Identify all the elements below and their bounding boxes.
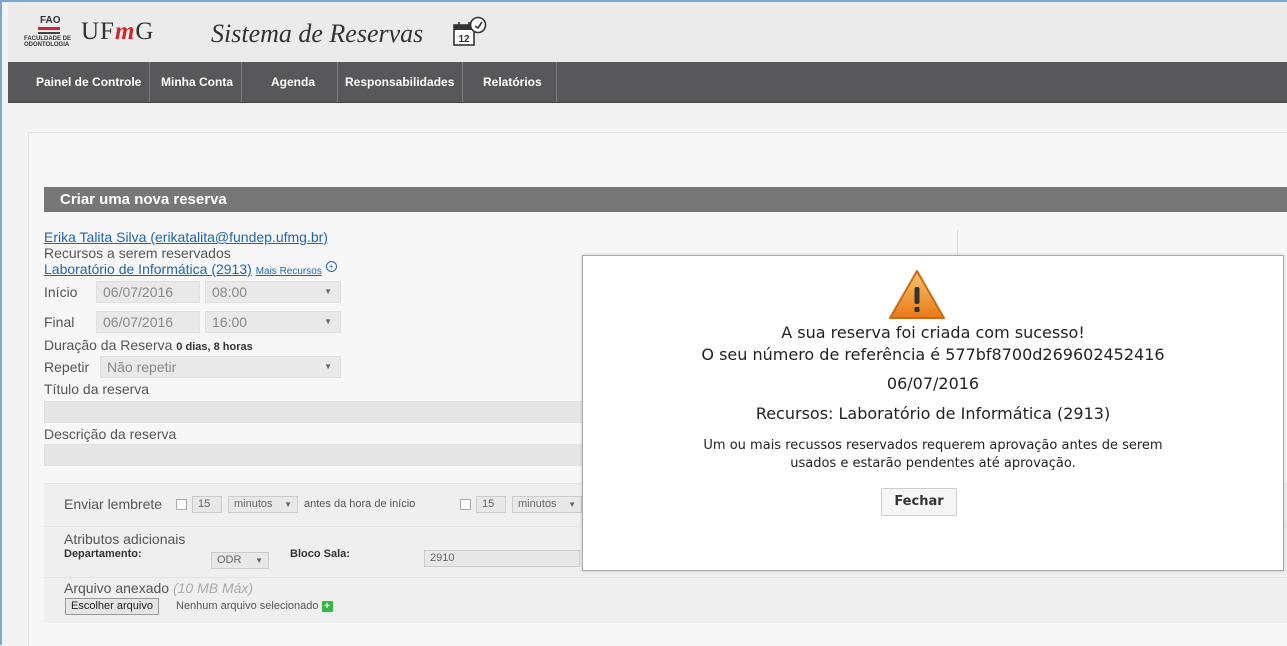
repeat-select[interactable]: Não repetir ▼ xyxy=(100,356,341,378)
repeat-value: Não repetir xyxy=(107,359,177,375)
chevron-down-icon: ▼ xyxy=(284,500,292,509)
duration-row: Duração da Reserva 0 dias, 8 horas xyxy=(44,337,253,353)
title-input[interactable] xyxy=(44,401,584,423)
ufmg-logo-part1: UF xyxy=(81,18,115,45)
reminder-value-end[interactable]: 15 xyxy=(476,496,506,513)
start-time-select[interactable]: 08:00 ▼ xyxy=(205,281,341,303)
main-navbar: Painel de Controle Minha Conta Agenda Re… xyxy=(8,62,1287,103)
chevron-down-icon: ▼ xyxy=(324,362,332,371)
end-date-input[interactable]: 06/07/2016 xyxy=(96,311,200,333)
choose-file-button[interactable]: Escolher arquivo xyxy=(65,598,159,615)
description-input[interactable] xyxy=(44,444,584,466)
section-title: Criar uma nova reserva xyxy=(44,187,1287,212)
nav-item-minha-conta[interactable]: Minha Conta xyxy=(153,62,242,102)
end-time-value: 16:00 xyxy=(212,314,248,330)
reminder-unit-start-select[interactable]: minutos ▼ xyxy=(228,496,298,513)
reminder-unit-start-value: minutos xyxy=(234,498,273,510)
ufmg-logo-part2: G xyxy=(135,18,155,45)
attachment-row: Arquivo anexado (10 MB Máx) xyxy=(64,580,253,596)
reminder-label: Enviar lembrete xyxy=(64,496,163,512)
modal-success-text: A sua reserva foi criada com sucesso! xyxy=(781,323,1085,342)
user-link[interactable]: Erika Talita Silva (erikatalita@fundep.u… xyxy=(44,229,328,245)
attachment-label: Arquivo anexado xyxy=(64,580,170,596)
plus-icon[interactable]: + xyxy=(321,600,333,612)
warning-triangle-icon xyxy=(889,270,945,319)
start-date-input[interactable]: 06/07/2016 xyxy=(96,281,200,303)
block-input[interactable]: 2910 xyxy=(424,550,580,567)
start-time-value: 08:00 xyxy=(212,284,248,300)
chevron-down-icon: ▼ xyxy=(568,500,576,509)
nav-item-responsabilidades[interactable]: Responsabilidades xyxy=(337,62,464,102)
modal-date: 06/07/2016 xyxy=(886,374,980,393)
ufmg-logo-m: m xyxy=(114,18,136,45)
circle-plus-icon[interactable]: + xyxy=(325,261,337,272)
chevron-down-icon: ▼ xyxy=(324,317,332,326)
nav-item-agenda[interactable]: Agenda xyxy=(251,62,339,102)
duration-value: 0 dias, 8 horas xyxy=(176,341,253,353)
end-time-select[interactable]: 16:00 ▼ xyxy=(205,311,341,333)
fao-logo: FAO FACULDADE DE ODONTOLOGIA xyxy=(24,15,72,48)
user-link-row: Erika Talita Silva (erikatalita@fundep.u… xyxy=(44,229,328,245)
nav-item-painel[interactable]: Painel de Controle xyxy=(28,62,151,102)
reminder-unit-end-value: minutos xyxy=(518,498,557,510)
resource-link[interactable]: Laboratório de Informática (2913) xyxy=(44,261,252,277)
app-title: Sistema de Reservas xyxy=(211,19,424,48)
start-label: Início xyxy=(44,284,78,300)
attributes-label: Atributos adicionais xyxy=(64,531,186,547)
modal-note-line2: usados e estarão pendentes até aprovação… xyxy=(790,456,1076,471)
reminder-unit-end-select[interactable]: minutos ▼ xyxy=(512,496,582,513)
end-label: Final xyxy=(44,314,75,330)
reminder-checkbox-end[interactable] xyxy=(460,499,471,510)
title-label: Título da reserva xyxy=(44,381,150,397)
logo-fao-text: FAO xyxy=(40,15,61,26)
no-file-label: Nenhum arquivo selecionado xyxy=(176,600,319,612)
modal-reference-text: O seu número de referência é 577bf8700d2… xyxy=(701,345,1165,364)
modal-note-line1: Um ou mais recussos reservados requerem … xyxy=(703,438,1163,453)
close-button[interactable]: Fechar xyxy=(881,488,957,516)
reminder-value-start[interactable]: 15 xyxy=(192,496,222,513)
repeat-label: Repetir xyxy=(44,359,90,375)
header: FAO FACULDADE DE ODONTOLOGIA UFmG Sistem… xyxy=(8,2,1287,62)
department-label: Departamento: xyxy=(64,548,142,560)
department-select[interactable]: ODR ▼ xyxy=(211,552,269,569)
calendar-day-text: 12 xyxy=(458,34,470,45)
more-resources-link[interactable]: Mais Recursos xyxy=(256,266,322,277)
description-label: Descrição da reserva xyxy=(44,426,177,442)
ufmg-logo: UFmG xyxy=(81,18,154,46)
resource-row: Laboratório de Informática (2913) Mais R… xyxy=(44,261,337,277)
logo-red-bar xyxy=(38,27,60,30)
nav-item-relatorios[interactable]: Relatórios xyxy=(473,62,557,102)
attachment-max: (10 MB Máx) xyxy=(172,580,254,596)
no-file-text: Nenhum arquivo selecionado + xyxy=(176,600,333,612)
calendar-clock-icon: 12 xyxy=(453,16,487,46)
duration-label: Duração da Reserva xyxy=(44,337,173,353)
resources-label: Recursos a serem reservados xyxy=(44,245,231,261)
chevron-down-icon: ▼ xyxy=(324,287,332,296)
reminder-before-text: antes da hora de início xyxy=(304,498,416,510)
chevron-down-icon: ▼ xyxy=(255,556,263,565)
logo-dark-bar xyxy=(38,32,60,34)
reminder-checkbox-start[interactable] xyxy=(176,499,187,510)
department-value: ODR xyxy=(217,554,242,566)
block-label: Bloco Sala: xyxy=(290,548,350,560)
logo-faculty-text: FACULDADE DE ODONTOLOGIA xyxy=(24,36,72,48)
success-modal: A sua reserva foi criada com sucesso! O … xyxy=(582,255,1284,571)
modal-resources: Recursos: Laboratório de Informática (29… xyxy=(755,404,1111,423)
